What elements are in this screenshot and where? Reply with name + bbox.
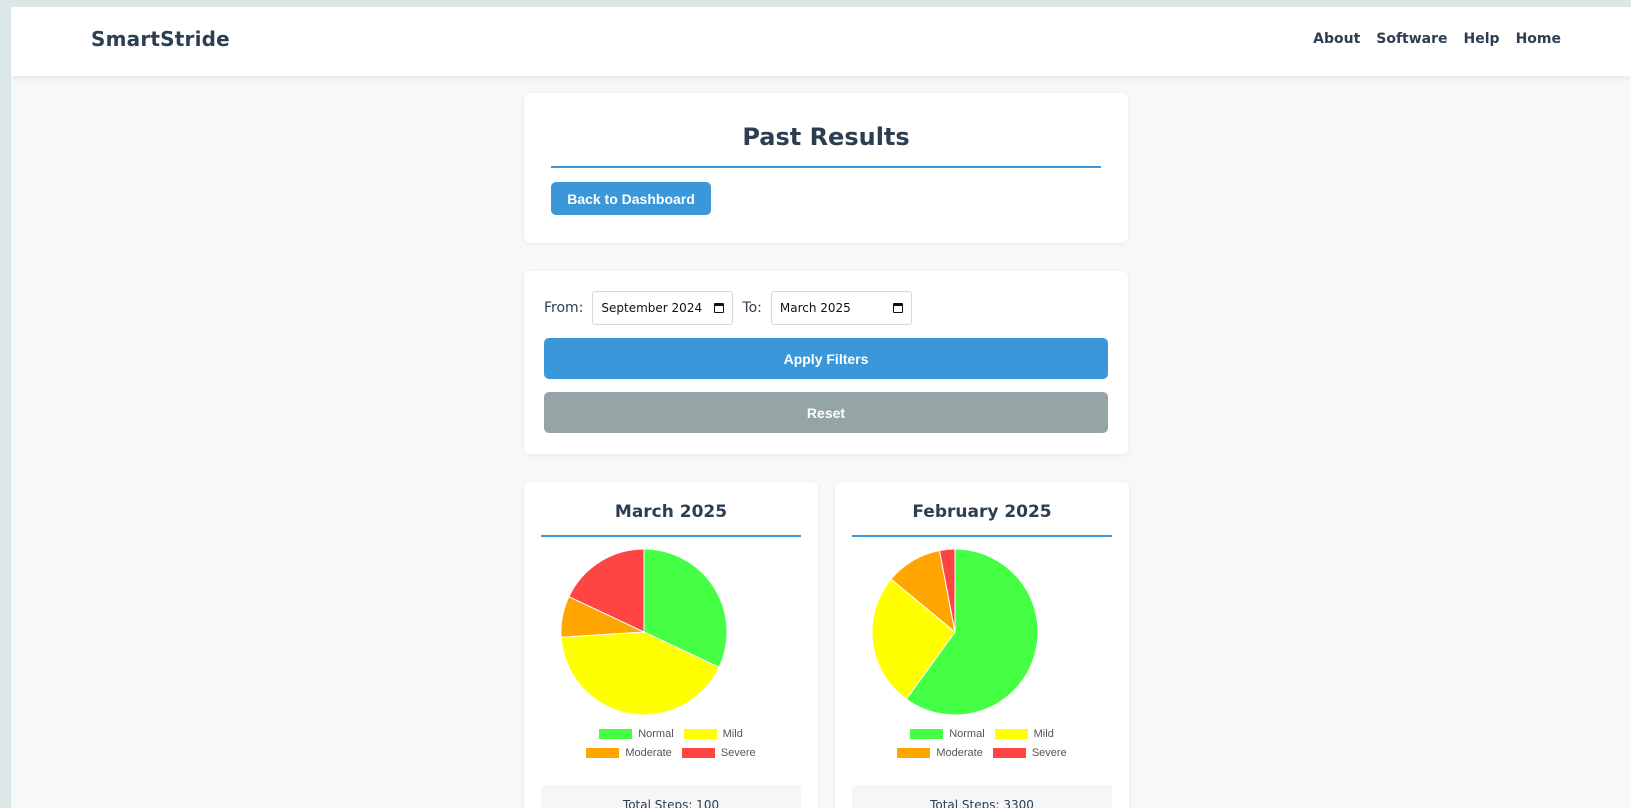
chart-legend: Normal Mild Moderate Severe <box>524 724 818 762</box>
total-steps: Total Steps: 100 <box>541 785 801 808</box>
month-title: February 2025 <box>912 502 1052 522</box>
title-divider <box>551 166 1101 168</box>
legend-item-normal[interactable]: Normal <box>599 727 674 740</box>
legend-swatch-normal <box>910 728 944 739</box>
legend-swatch-moderate <box>897 747 931 758</box>
to-month-input[interactable]: March 2025 <box>770 291 912 325</box>
from-month-value: September 2024 <box>601 301 703 315</box>
from-month-input[interactable]: September 2024 <box>592 291 734 325</box>
legend-item-moderate[interactable]: Moderate <box>586 746 672 759</box>
legend-label-mild: Mild <box>722 727 743 740</box>
navbar: SmartStride About Software Help Home <box>11 7 1631 76</box>
pie-chart <box>871 548 1039 716</box>
back-to-dashboard-button[interactable]: Back to Dashboard <box>551 182 711 215</box>
filter-card: From: September 2024 To: March 2025 Appl… <box>524 271 1128 454</box>
calendar-icon[interactable] <box>892 303 903 313</box>
legend-label-normal: Normal <box>638 727 674 740</box>
calendar-icon[interactable] <box>714 303 725 313</box>
legend-label-normal: Normal <box>949 727 985 740</box>
month-card-february-2025: February 2025 Normal Mild Moderate Sever… <box>835 482 1129 808</box>
nav-links: About Software Help Home <box>1313 31 1561 47</box>
app-frame: SmartStride About Software Help Home Pas… <box>11 7 1631 808</box>
month-divider <box>852 535 1112 537</box>
nav-link-about[interactable]: About <box>1313 31 1360 47</box>
nav-link-software[interactable]: Software <box>1376 31 1447 47</box>
legend-label-severe: Severe <box>720 746 756 759</box>
reset-button[interactable]: Reset <box>544 392 1108 433</box>
header-card: Past Results Back to Dashboard <box>524 93 1128 243</box>
month-divider <box>541 535 801 537</box>
nav-link-home[interactable]: Home <box>1516 31 1561 47</box>
page-title: Past Results <box>742 123 910 151</box>
legend-swatch-severe <box>992 747 1026 758</box>
chart-legend: Normal Mild Moderate Severe <box>835 724 1129 762</box>
legend-item-normal[interactable]: Normal <box>910 727 985 740</box>
date-filter-row: From: September 2024 To: March 2025 <box>544 291 921 325</box>
legend-swatch-normal <box>599 728 633 739</box>
to-month-value: March 2025 <box>779 301 851 315</box>
month-card-march-2025: March 2025 Normal Mild Moderate Severe T… <box>524 482 818 808</box>
month-title: March 2025 <box>614 502 728 522</box>
legend-item-mild[interactable]: Mild <box>683 727 743 740</box>
legend-item-severe[interactable]: Severe <box>992 746 1067 759</box>
apply-filters-button[interactable]: Apply Filters <box>544 338 1108 379</box>
legend-label-severe: Severe <box>1031 746 1067 759</box>
brand-logo[interactable]: SmartStride <box>91 27 230 51</box>
legend-label-mild: Mild <box>1033 727 1054 740</box>
legend-item-mild[interactable]: Mild <box>994 727 1054 740</box>
legend-item-severe[interactable]: Severe <box>681 746 756 759</box>
nav-link-help[interactable]: Help <box>1464 31 1500 47</box>
legend-label-moderate: Moderate <box>625 746 672 759</box>
legend-label-moderate: Moderate <box>936 746 983 759</box>
legend-swatch-mild <box>683 728 717 739</box>
to-label: To: <box>742 300 762 316</box>
legend-swatch-mild <box>994 728 1028 739</box>
pie-chart <box>560 548 728 716</box>
legend-swatch-moderate <box>586 747 620 758</box>
total-steps: Total Steps: 3300 <box>852 785 1112 808</box>
legend-swatch-severe <box>681 747 715 758</box>
from-label: From: <box>544 300 584 316</box>
legend-item-moderate[interactable]: Moderate <box>897 746 983 759</box>
